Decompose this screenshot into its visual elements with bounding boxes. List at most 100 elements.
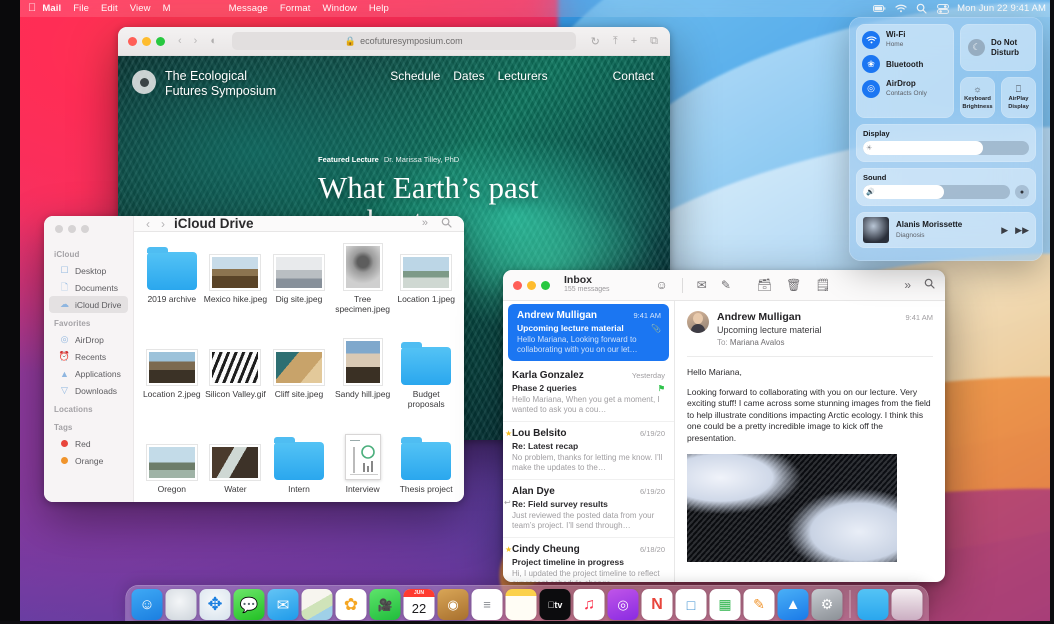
menu-item-message[interactable]: Message [223, 3, 274, 14]
site-link-schedule[interactable]: Schedule [390, 69, 440, 83]
dock-item-system-preferences[interactable]: ⚙ [811, 589, 843, 620]
mail-traffic-lights[interactable] [513, 280, 550, 290]
safari-nav-buttons[interactable]: ‹ › [178, 35, 197, 47]
site-link-contact[interactable]: Contact [613, 69, 654, 83]
file-item[interactable]: Water [204, 432, 268, 502]
dock-item-finder[interactable]: ☺ [131, 589, 163, 620]
file-item[interactable]: Intern [267, 432, 331, 502]
file-item[interactable]: Cliff site.jpeg [267, 337, 331, 432]
dock-item-app-store[interactable]: ▲ [777, 589, 809, 620]
sidebar-item-recents[interactable]: ⏰ Recents [49, 348, 128, 365]
dock-item-pages[interactable]: ✎ [743, 589, 775, 620]
minimize-button[interactable] [527, 280, 536, 290]
menu-bar-clock[interactable]: Mon Jun 22 9:41 AM [957, 3, 1046, 14]
file-item[interactable]: 2019 archive [140, 242, 204, 337]
dock-item-keynote[interactable]: □ [675, 589, 707, 620]
site-link-dates[interactable]: Dates [453, 69, 484, 83]
next-button[interactable]: ▶▶ [1015, 225, 1029, 236]
star-icon[interactable]: ★ [505, 429, 512, 438]
menu-item-mailbox[interactable]: M [157, 3, 177, 14]
forward-button[interactable]: › [194, 35, 198, 47]
zoom-button[interactable] [541, 280, 550, 290]
search-icon[interactable] [915, 3, 928, 14]
emoji-icon[interactable]: ☺ [656, 278, 668, 292]
mail-list-item[interactable]: ★ Cindy Cheung 6/18/20 Project timeline i… [503, 538, 674, 582]
display-brightness-module[interactable]: Display ☀ [856, 124, 1036, 162]
file-item[interactable]: Oregon [140, 432, 204, 502]
dock-item-apple-tv[interactable]: tv [539, 589, 571, 620]
close-button[interactable] [128, 36, 137, 46]
menu-item-file[interactable]: File [67, 3, 95, 14]
sidebar-item-tag-orange[interactable]: Orange [49, 452, 128, 469]
sound-module[interactable]: Sound 🔊 ● [856, 168, 1036, 206]
site-logo-icon[interactable] [132, 70, 156, 94]
file-item[interactable]: Sandy hill.jpeg [331, 337, 395, 432]
airplay-audio-icon[interactable]: ● [1015, 185, 1029, 199]
dock-item-downloads-folder[interactable] [857, 589, 889, 620]
finder-window[interactable]: iCloud ☐ Desktop 🗋 Documents ☁ iCloud Dr… [44, 216, 464, 502]
close-button[interactable] [513, 280, 522, 290]
star-icon[interactable]: ★ [505, 545, 512, 554]
display-slider[interactable]: ☀ [863, 141, 1029, 155]
site-link-lecturers[interactable]: Lecturers [498, 69, 548, 83]
file-item[interactable]: Interview [331, 432, 395, 502]
bluetooth-toggle[interactable]: ❀ Bluetooth [862, 55, 948, 73]
file-item[interactable]: Thesis project [394, 432, 458, 502]
file-item[interactable]: Location 2.jpeg [140, 337, 204, 432]
search-icon[interactable] [924, 278, 935, 292]
minimize-button[interactable] [68, 225, 76, 233]
wifi-toggle[interactable]: Wi-Fi Home [862, 30, 948, 49]
forward-button[interactable]: › [161, 217, 165, 231]
dock-item-photos[interactable]: ✿ [335, 589, 367, 620]
sidebar-toggle-icon[interactable]: ◐ [210, 35, 217, 47]
sidebar-item-applications[interactable]: ▲ Applications [49, 365, 128, 382]
back-button[interactable]: ‹ [178, 35, 182, 47]
reload-icon[interactable]: ↻ [591, 35, 600, 48]
dock-item-calendar[interactable]: JUN 22 [403, 589, 435, 620]
sidebar-item-icloud-drive[interactable]: ☁ iCloud Drive [49, 296, 128, 313]
zoom-button[interactable] [81, 225, 89, 233]
zoom-button[interactable] [156, 36, 165, 46]
back-button[interactable]: ‹ [146, 217, 150, 231]
keyboard-brightness-tile[interactable]: ☼ Keyboard Brightness [960, 77, 995, 118]
dock-item-safari[interactable]: ✥ [199, 589, 231, 620]
file-item[interactable]: Location 1.jpeg [394, 242, 458, 337]
control-center-icon[interactable] [936, 3, 949, 14]
dock-item-music[interactable]: ♫ [573, 589, 605, 620]
sound-slider[interactable]: 🔊 [863, 185, 1010, 199]
safari-traffic-lights[interactable] [128, 36, 165, 46]
search-icon[interactable] [441, 217, 452, 231]
more-icon[interactable]: » [422, 217, 428, 231]
minimize-button[interactable] [142, 36, 151, 46]
file-item[interactable]: Silicon Valley.gif [204, 337, 268, 432]
file-item[interactable]: Mexico hike.jpeg [204, 242, 268, 337]
finder-nav-buttons[interactable]: ‹ › [146, 217, 165, 231]
dock-item-reminders[interactable]: ≡ [471, 589, 503, 620]
show-tabs-icon[interactable]: ⧉ [650, 35, 658, 48]
finder-traffic-lights[interactable] [44, 225, 133, 244]
dock-item-mail[interactable]: ✉ [267, 589, 299, 620]
mail-list-item[interactable]: ★ Lou Belsito 6/19/20 Re: Latest recap No… [503, 422, 674, 480]
sidebar-item-airdrop[interactable]: ◎ AirDrop [49, 331, 128, 348]
now-playing-module[interactable]: Alanis Morissette Diagnosis ▶ ▶▶ [856, 212, 1036, 248]
file-item[interactable]: Tree specimen.jpeg [331, 242, 395, 337]
mail-list-item[interactable]: ↩ Alan Dye 6/19/20 Re: Field survey resul… [503, 480, 674, 538]
mail-list-item[interactable]: Andrew Mulligan 9:41 AM Upcoming lecture … [508, 304, 669, 361]
file-item[interactable]: Dig site.jpeg [267, 242, 331, 337]
menu-item-help[interactable]: Help [363, 3, 395, 14]
mail-list-item[interactable]: Karla Gonzalez Yesterday Phase 2 queries ⚑… [503, 364, 674, 422]
play-button[interactable]: ▶ [1001, 225, 1008, 236]
new-message-icon[interactable]: ✉ [697, 278, 707, 292]
airplay-display-tile[interactable]: ⎕ AirPlay Display [1001, 77, 1036, 118]
apple-menu-icon[interactable]:  [28, 3, 36, 14]
sidebar-item-tag-red[interactable]: Red [49, 435, 128, 452]
dock-item-messages[interactable]: 💬 [233, 589, 265, 620]
dock-item-facetime[interactable]: 🎥 [369, 589, 401, 620]
menu-item-format[interactable]: Format [274, 3, 317, 14]
trash-icon[interactable]: 🗑 [786, 278, 801, 292]
dock-item-contacts[interactable]: ◉ [437, 589, 469, 620]
sidebar-item-desktop[interactable]: ☐ Desktop [49, 262, 128, 279]
mail-window[interactable]: Inbox 155 messages ☺ ✉ ✎ 🗃 🗑 🗒 » Andrew … [503, 270, 945, 582]
file-item[interactable]: Budget proposals [394, 337, 458, 432]
menu-item-mail[interactable]: Mail [36, 3, 67, 14]
